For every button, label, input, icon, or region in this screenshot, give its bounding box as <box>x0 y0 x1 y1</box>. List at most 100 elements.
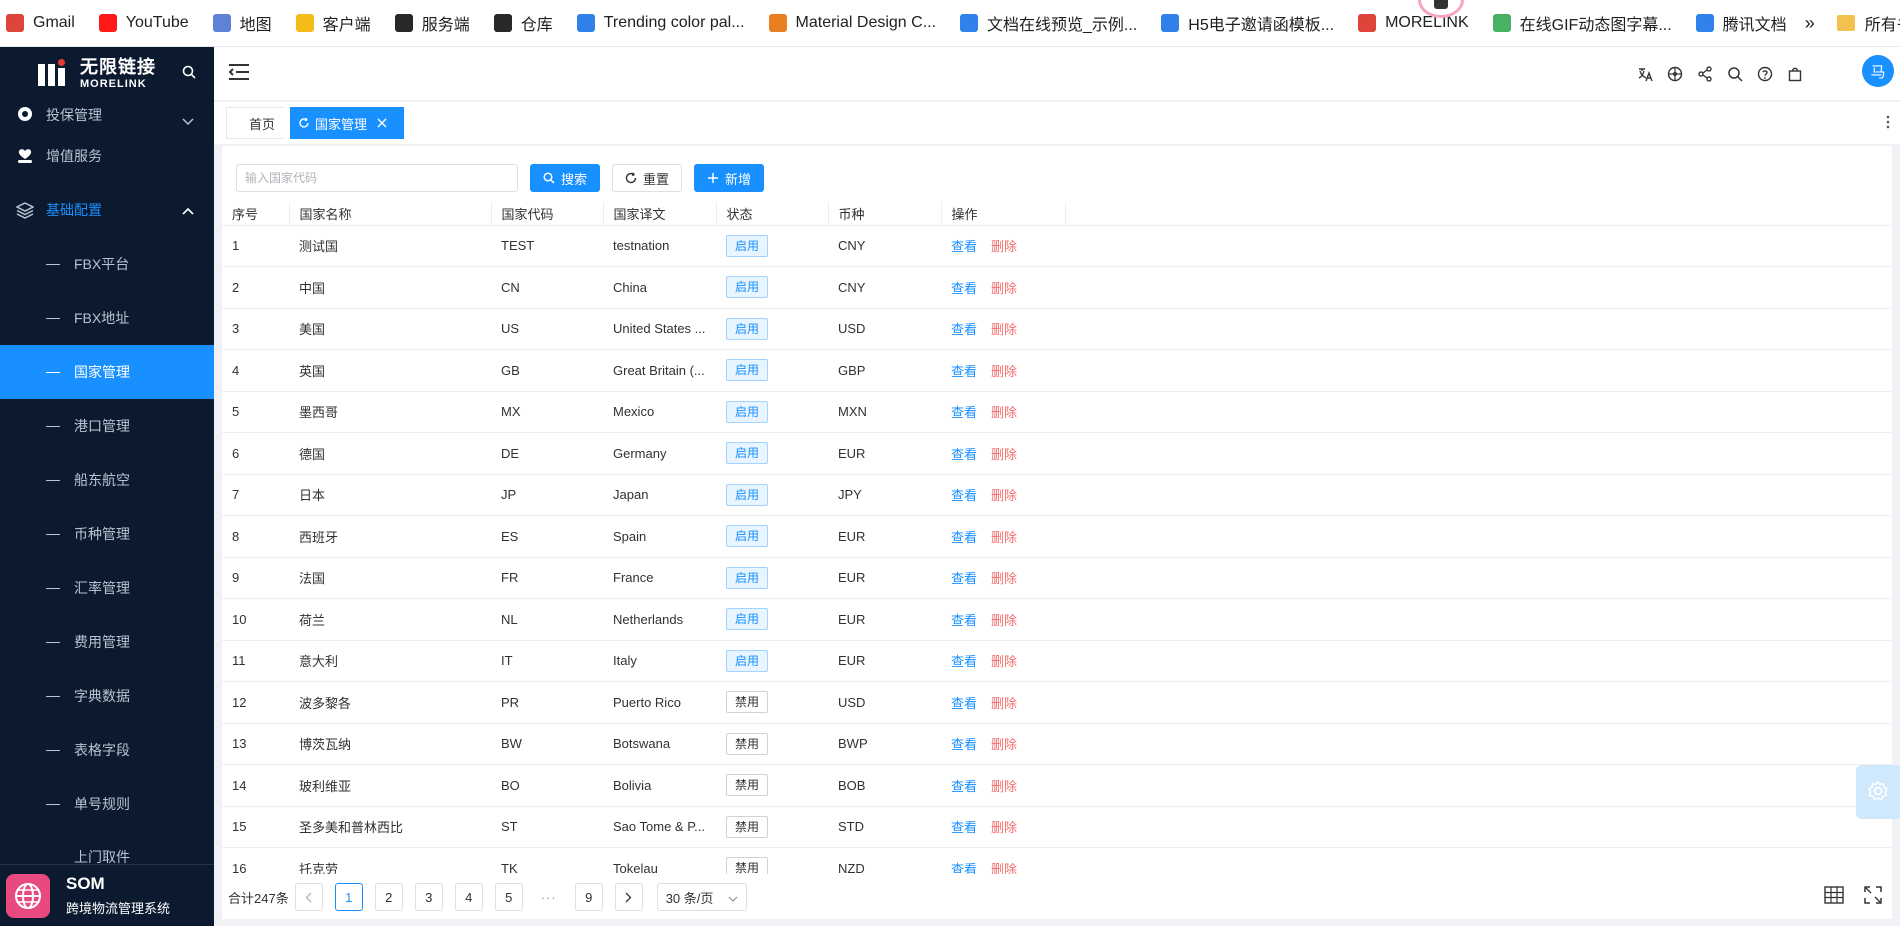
view-link[interactable]: 查看 <box>951 820 977 835</box>
sidebar-search-icon[interactable] <box>182 65 196 82</box>
delete-link[interactable]: 删除 <box>991 571 1017 586</box>
tab-home[interactable]: 首页 <box>226 107 284 139</box>
table-row[interactable]: 5 墨西哥 MX Mexico 启用 MXN 查看 删除 <box>222 391 1892 433</box>
view-link[interactable]: 查看 <box>951 654 977 669</box>
delete-link[interactable]: 删除 <box>991 862 1017 874</box>
view-link[interactable]: 查看 <box>951 281 977 296</box>
bookmark-item[interactable]: 服务端 <box>394 11 470 35</box>
bookmark-item[interactable]: 文档在线预览_示例... <box>960 11 1137 35</box>
column-header[interactable]: 国家译文 <box>603 202 717 226</box>
table-row[interactable]: 3 美国 US United States ... 启用 USD 查看 删除 <box>222 308 1892 350</box>
sidebar-subitem[interactable]: 汇率管理 <box>0 561 214 615</box>
sidebar-menu-insurance[interactable]: 投保管理 <box>0 101 214 129</box>
sidebar-subitem[interactable]: 字典数据 <box>0 669 214 723</box>
delete-link[interactable]: 删除 <box>991 239 1017 254</box>
column-header[interactable]: 币种 <box>828 202 942 226</box>
table-row[interactable]: 9 法国 FR France 启用 EUR 查看 删除 <box>222 557 1892 599</box>
delete-link[interactable]: 删除 <box>991 364 1017 379</box>
delete-link[interactable]: 删除 <box>991 779 1017 794</box>
user-avatar[interactable]: 马 <box>1862 55 1894 87</box>
page-size-select[interactable]: 30 条/页 <box>656 883 747 911</box>
bookmark-item[interactable]: MORELINK <box>1358 14 1469 32</box>
view-link[interactable]: 查看 <box>951 364 977 379</box>
refresh-icon[interactable] <box>298 117 310 129</box>
bookmarks-overflow-button[interactable]: » <box>1805 13 1815 34</box>
search-button[interactable]: 搜索 <box>530 164 601 192</box>
delete-link[interactable]: 删除 <box>991 488 1017 503</box>
delete-link[interactable]: 删除 <box>991 530 1017 545</box>
tab-country-management[interactable]: 国家管理 <box>290 107 404 139</box>
view-link[interactable]: 查看 <box>951 405 977 420</box>
more-vertical-icon[interactable] <box>1886 115 1890 132</box>
table-row[interactable]: 2 中国 CN China 启用 CNY 查看 删除 <box>222 266 1892 309</box>
table-row[interactable]: 4 英国 GB Great Britain (... 启用 GBP 查看 删除 <box>222 349 1892 392</box>
share-icon[interactable] <box>1690 65 1720 83</box>
sidebar-subitem[interactable]: 表格字段 <box>0 723 214 777</box>
view-link[interactable]: 查看 <box>951 737 977 752</box>
view-link[interactable]: 查看 <box>951 322 977 337</box>
bookmark-item[interactable]: Material Design C... <box>768 14 936 32</box>
view-link[interactable]: 查看 <box>951 613 977 628</box>
table-row[interactable]: 10 荷兰 NL Netherlands 启用 EUR 查看 删除 <box>222 598 1892 641</box>
table-row[interactable]: 14 玻利维亚 BO Bolivia 禁用 BOB 查看 删除 <box>222 764 1892 807</box>
bookmark-item[interactable]: 在线GIF动态图字幕... <box>1492 11 1672 35</box>
delete-link[interactable]: 删除 <box>991 322 1017 337</box>
delete-link[interactable]: 删除 <box>991 447 1017 462</box>
next-page-button[interactable] <box>614 883 643 911</box>
view-link[interactable]: 查看 <box>951 447 977 462</box>
page-number[interactable]: 4 <box>454 883 483 911</box>
column-header[interactable]: 状态 <box>716 202 829 226</box>
table-row[interactable]: 12 波多黎各 PR Puerto Rico 禁用 USD 查看 删除 <box>222 681 1892 724</box>
bookmark-item[interactable]: 腾讯文档 <box>1695 11 1787 35</box>
view-link[interactable]: 查看 <box>951 862 977 874</box>
sidebar-subitem[interactable]: 费用管理 <box>0 615 214 669</box>
all-bookmarks-folder[interactable]: 所有书签 <box>1836 11 1900 35</box>
settings-drawer-button[interactable] <box>1856 765 1900 819</box>
sidebar-menu-basic-config[interactable]: 基础配置 <box>0 183 214 237</box>
prev-page-button[interactable] <box>294 883 323 911</box>
delete-link[interactable]: 删除 <box>991 281 1017 296</box>
reset-button[interactable]: 重置 <box>612 164 683 192</box>
translate-icon[interactable] <box>1630 65 1660 83</box>
page-number[interactable]: 3 <box>414 883 443 911</box>
sidebar-menu-value-added[interactable]: 增值服务 <box>0 129 214 183</box>
view-link[interactable]: 查看 <box>951 696 977 711</box>
table-row[interactable]: 16 托克劳 TK Tokelau 禁用 NZD 查看 删除 <box>222 847 1892 874</box>
fullscreen-icon[interactable] <box>1864 886 1882 904</box>
delete-link[interactable]: 删除 <box>991 696 1017 711</box>
bookmark-item[interactable]: YouTube <box>98 14 189 32</box>
view-link[interactable]: 查看 <box>951 239 977 254</box>
sidebar-subitem[interactable]: 港口管理 <box>0 399 214 453</box>
help-icon[interactable] <box>1750 65 1780 83</box>
delete-link[interactable]: 删除 <box>991 820 1017 835</box>
table-row[interactable]: 13 博茨瓦纳 BW Botswana 禁用 BWP 查看 删除 <box>222 723 1892 765</box>
page-number[interactable]: 9 <box>574 883 603 911</box>
theme-icon[interactable] <box>1660 65 1690 83</box>
column-header[interactable]: 序号 <box>222 202 290 226</box>
bookmark-item[interactable]: 客户端 <box>295 11 371 35</box>
sidebar-subitem[interactable]: 船东航空 <box>0 453 214 507</box>
delete-link[interactable]: 删除 <box>991 405 1017 420</box>
table-settings-icon[interactable] <box>1824 886 1844 904</box>
sidebar-subitem[interactable]: 上门取件 <box>0 831 214 867</box>
sidebar-subitem[interactable]: FBX平台 <box>0 237 214 291</box>
page-number[interactable]: 2 <box>374 883 403 911</box>
table-row[interactable]: 8 西班牙 ES Spain 启用 EUR 查看 删除 <box>222 515 1892 558</box>
sidebar-subitem[interactable]: FBX地址 <box>0 291 214 345</box>
bookmark-item[interactable]: 地图 <box>212 11 272 35</box>
bookmark-item[interactable]: 仓库 <box>493 11 553 35</box>
sidebar-subitem[interactable]: 国家管理 <box>0 345 214 399</box>
column-header[interactable]: 国家代码 <box>491 202 604 226</box>
view-link[interactable]: 查看 <box>951 488 977 503</box>
close-icon[interactable] <box>377 118 387 128</box>
add-button[interactable]: 新增 <box>694 164 765 192</box>
country-code-input[interactable] <box>236 164 518 192</box>
table-row[interactable]: 7 日本 JP Japan 启用 JPY 查看 删除 <box>222 474 1892 516</box>
page-ellipsis[interactable]: ··· <box>534 883 563 911</box>
table-row[interactable]: 1 测试国 TEST testnation 启用 CNY 查看 删除 <box>222 225 1892 267</box>
bookmark-item[interactable]: H5电子邀请函模板... <box>1161 11 1334 35</box>
view-link[interactable]: 查看 <box>951 779 977 794</box>
shopping-bag-icon[interactable] <box>1780 65 1810 83</box>
sidebar-subitem[interactable]: 币种管理 <box>0 507 214 561</box>
delete-link[interactable]: 删除 <box>991 737 1017 752</box>
